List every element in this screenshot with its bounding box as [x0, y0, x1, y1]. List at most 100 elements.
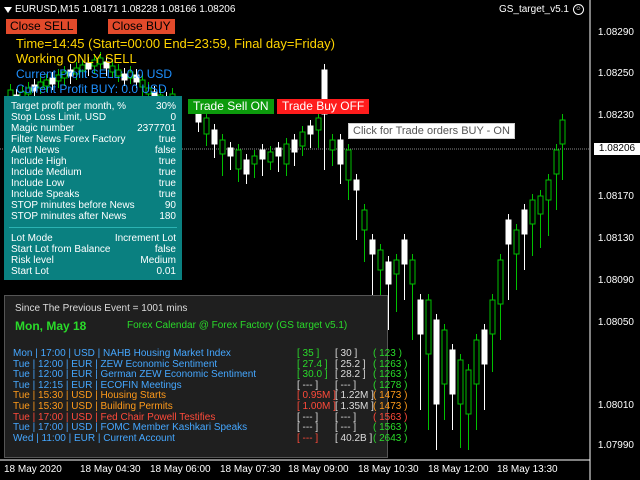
close-sell-button[interactable]: Close SELL	[6, 19, 78, 34]
setting-row: Include Medium true	[11, 167, 176, 178]
news-previous: [ 25.2 ]	[335, 358, 366, 370]
setting-value: false	[154, 145, 176, 156]
time-label: 18 May 10:30	[358, 464, 419, 475]
setting-value: false	[154, 244, 176, 255]
price-label: 1.08050	[597, 317, 634, 328]
close-buy-button[interactable]: Close BUY	[108, 19, 175, 34]
news-event: Mon | 17:00 | USD | NAHB Housing Market …	[13, 348, 231, 359]
news-event: Tue | 12:00 | EUR | ZEW Economic Sentime…	[13, 358, 218, 370]
ea-name-label: GS_target_v5.1	[498, 4, 569, 15]
news-row: Tue | 15:30 | USD | Building Permits [ 1.…	[13, 401, 407, 412]
smile-icon[interactable]: ☺	[573, 4, 584, 15]
setting-value: true	[158, 189, 176, 200]
symbol-label: EURUSD,M15	[15, 4, 80, 15]
candle-body	[211, 129, 218, 145]
setting-value: true	[158, 134, 176, 145]
calendar-title: Forex Calendar @ Forex Factory (GS targe…	[127, 320, 348, 331]
since-event: Since The Previous Event = 1001 mins	[15, 303, 188, 314]
candle-body	[291, 139, 298, 153]
chart-title: EURUSD,M15 1.08171 1.08228 1.08166 1.082…	[4, 4, 235, 15]
setting-value: 180	[159, 211, 176, 222]
candle-body	[529, 199, 536, 225]
news-previous: [ 40.2B ]	[335, 432, 373, 444]
setting-label: Include Medium	[11, 167, 82, 178]
time-label: 18 May 06:00	[150, 464, 211, 475]
lot-setting-row: Start Lot from Balance false	[11, 244, 176, 255]
candle-body	[553, 149, 560, 175]
time-label: 18 May 09:00	[288, 464, 349, 475]
news-event: Tue | 12:15 | EUR | ECOFIN Meetings	[13, 379, 182, 391]
candle-body	[377, 249, 384, 271]
news-forecast: [ 1.00M ]	[297, 401, 336, 412]
setting-label: Stop Loss Limit, USD	[11, 112, 107, 123]
candle-body	[345, 149, 352, 181]
profit-buy: Current Profit BUY: 0.0 USD	[16, 82, 167, 96]
candle-body	[227, 147, 234, 157]
news-minutes: ( 1563 )	[373, 411, 408, 423]
candle-body	[283, 143, 290, 165]
setting-label: Magic number	[11, 123, 75, 134]
time-label: 18 May 12:00	[428, 464, 489, 475]
time-label: 18 May 2020	[4, 464, 62, 475]
news-minutes: ( 1473 )	[373, 390, 408, 402]
time-label: 18 May 04:30	[80, 464, 141, 475]
price-label: 1.08090	[597, 275, 634, 286]
candle-body	[425, 299, 432, 355]
setting-label: STOP minutes after News	[11, 211, 127, 222]
candle-body	[267, 151, 274, 163]
setting-value: 2377701	[137, 123, 176, 134]
panel-divider	[9, 227, 177, 228]
news-row: Tue | 12:00 | EUR | German ZEW Economic …	[13, 369, 407, 381]
dropdown-icon[interactable]	[4, 6, 12, 13]
trade-sell-toggle[interactable]: Trade Sell ON	[188, 99, 274, 114]
candle-body	[361, 209, 368, 231]
setting-value: Increment Lot	[114, 233, 176, 244]
candle-body	[219, 139, 226, 155]
setting-row: Alert News false	[11, 145, 176, 156]
setting-label: STOP minutes before News	[11, 200, 135, 211]
setting-label: Risk level	[11, 255, 54, 266]
lot-setting-row: Start Lot 0.01	[11, 266, 176, 277]
news-minutes: ( 2643 )	[373, 432, 408, 444]
expert-advisor-name: GS_target_v5.1 ☺	[499, 4, 584, 15]
trade-buy-toggle[interactable]: Trade Buy OFF	[277, 99, 370, 114]
news-previous: [ 1.22M ]	[335, 390, 374, 402]
news-row: Mon | 17:00 | USD | NAHB Housing Market …	[13, 348, 402, 359]
setting-value: true	[158, 167, 176, 178]
setting-row: Magic number 2377701	[11, 123, 176, 134]
setting-label: Include Low	[11, 178, 65, 189]
setting-row: Include High true	[11, 156, 176, 167]
candle-body	[441, 329, 448, 385]
candle-body	[369, 239, 376, 255]
price-label: 1.07990	[597, 440, 634, 451]
news-forecast: [ --- ]	[297, 422, 319, 434]
news-row: Tue | 15:30 | USD | Housing Starts [ 0.95…	[13, 390, 407, 402]
time-info: Time=14:45 (Start=00:00 End=23:59, Final…	[16, 36, 335, 51]
news-previous: [ 28.2 ]	[335, 369, 366, 381]
candle-body	[315, 117, 322, 131]
candle-body	[513, 229, 520, 255]
candle-body	[457, 359, 464, 405]
candle-body	[559, 119, 566, 145]
news-previous: [ 30 ]	[335, 348, 358, 359]
candle-body	[385, 261, 392, 285]
news-row: Tue | 12:15 | EUR | ECOFIN Meetings [ ---…	[13, 379, 407, 391]
ohlc-values: 1.08171 1.08228 1.08166 1.08206	[82, 4, 236, 15]
news-event: Tue | 12:00 | EUR | German ZEW Economic …	[13, 369, 257, 381]
candle-body	[449, 349, 456, 395]
news-minutes: ( 123 )	[373, 348, 402, 359]
news-panel: Since The Previous Event = 1001 mins Mon…	[4, 295, 407, 458]
news-date: Mon, May 18	[15, 319, 87, 333]
news-minutes: ( 1263 )	[373, 358, 408, 370]
price-label: 1.08170	[597, 191, 634, 202]
candle-body	[259, 149, 266, 160]
current-price-label: 1.08206	[594, 143, 640, 155]
profit-sell: Current Profit SELL: 0.0 USD	[16, 67, 173, 81]
setting-label: Target profit per month, %	[11, 101, 127, 112]
candle-body	[505, 219, 512, 245]
setting-value: 90	[164, 200, 176, 211]
candle-body	[521, 209, 528, 235]
news-minutes: ( 1473 )	[373, 401, 408, 412]
news-row: Wed | 11:00 | EUR | Current Account [ ---…	[13, 432, 407, 444]
setting-row: Target profit per month, % 30%	[11, 101, 176, 112]
